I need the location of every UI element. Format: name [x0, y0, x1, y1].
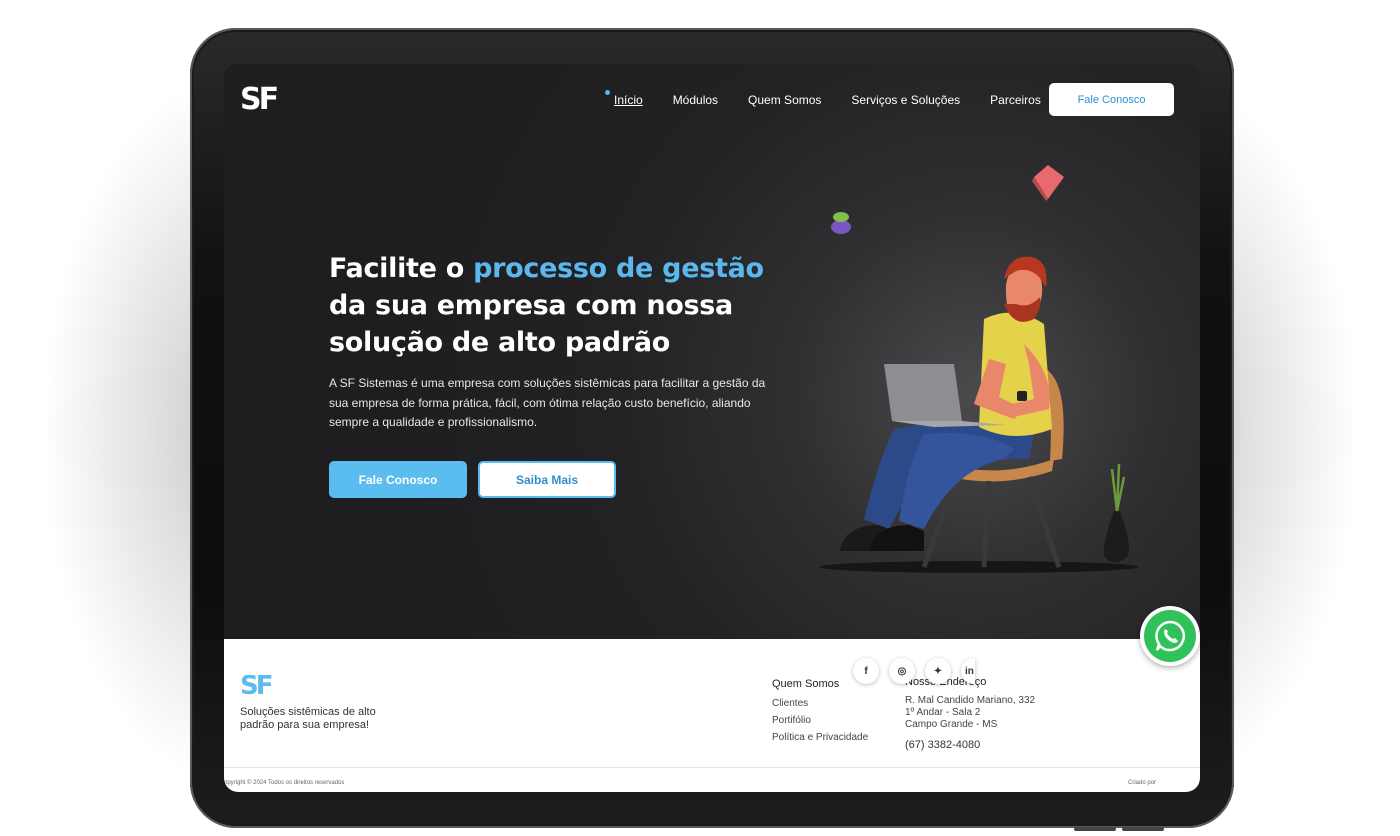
nav-contact-button[interactable]: Fale Conosco — [1049, 83, 1174, 116]
hero-description: A SF Sistemas é uma empresa com soluções… — [329, 376, 766, 429]
address-line: R. Mal Candido Mariano, 332 — [905, 695, 1036, 706]
hero-section: SF Início Módulos Quem Somos Serviços e … — [224, 64, 1200, 639]
footer-links: Quem Somos Clientes Portifólio Política … — [772, 676, 868, 746]
phone-icon — [1155, 620, 1186, 652]
headline-highlight: processo de gestão — [473, 253, 764, 284]
hero-headline: Facilite o processo de gestão da sua emp… — [329, 250, 809, 361]
mockup-stage: SF Início Módulos Quem Somos Serviços e … — [0, 0, 1400, 836]
site-footer: SF Soluções sistêmicas de alto padrão pa… — [224, 639, 1200, 792]
whatsapp-icon — [1144, 610, 1196, 662]
site-logo[interactable]: SF — [240, 82, 279, 117]
floor-shadow — [819, 561, 1139, 573]
vase-icon — [1103, 463, 1129, 563]
active-dot-icon — [605, 90, 610, 95]
footer-logo[interactable]: SF — [240, 671, 273, 701]
address-line: Campo Grande - MS — [905, 719, 998, 730]
nav-item-parceiros[interactable]: Parceiros — [990, 93, 1041, 107]
nav-item-servicos[interactable]: Serviços e Soluções — [851, 93, 960, 107]
twitter-icon[interactable]: ✦ — [925, 658, 951, 684]
tablet-button — [1122, 827, 1164, 831]
footer-tagline: Soluções sistêmicas de alto padrão para … — [240, 706, 376, 731]
footer-address: Nosso Endereço R. Mal Candido Mariano, 3… — [905, 676, 1035, 751]
nav-item-modulos[interactable]: Módulos — [673, 93, 718, 107]
footer-link-privacidade[interactable]: Política e Privacidade — [772, 729, 868, 746]
website-screen: SF Início Módulos Quem Somos Serviços e … — [224, 64, 1200, 792]
floating-block-icon — [1032, 165, 1064, 201]
facebook-icon[interactable]: f — [853, 658, 879, 684]
hero-illustration — [819, 165, 1139, 573]
floating-plant-icon — [831, 212, 851, 234]
whatsapp-button[interactable] — [1140, 606, 1200, 666]
footer-copyright: opyright © 2024 Todos os direitos reserv… — [224, 780, 345, 786]
footer-link-clientes[interactable]: Clientes — [772, 695, 868, 712]
instagram-icon[interactable]: ◎ — [889, 658, 915, 684]
footer-divider — [224, 767, 1200, 768]
linkedin-icon[interactable]: in — [961, 658, 975, 684]
main-nav: Início Módulos Quem Somos Serviços e Sol… — [605, 90, 1041, 107]
headline-part: Facilite o — [329, 253, 474, 284]
hero-contact-button[interactable]: Fale Conosco — [329, 461, 467, 498]
tablet-button — [1074, 827, 1116, 831]
nav-item-inicio[interactable]: Início — [605, 90, 643, 107]
footer-link-portfolio[interactable]: Portifólio — [772, 712, 868, 729]
footer-phone[interactable]: (67) 3382-4080 — [905, 739, 1035, 751]
headline-part: da sua empresa com nossa solução de alto… — [329, 290, 733, 358]
address-line: 1º Andar - Sala 2 — [905, 707, 981, 718]
social-links: f ◎ ✦ in — [853, 658, 975, 684]
nav-item-quem-somos[interactable]: Quem Somos — [748, 93, 821, 107]
footer-credit: Criado por — [1128, 780, 1157, 786]
hero-learn-more-button[interactable]: Saiba Mais — [478, 461, 616, 498]
